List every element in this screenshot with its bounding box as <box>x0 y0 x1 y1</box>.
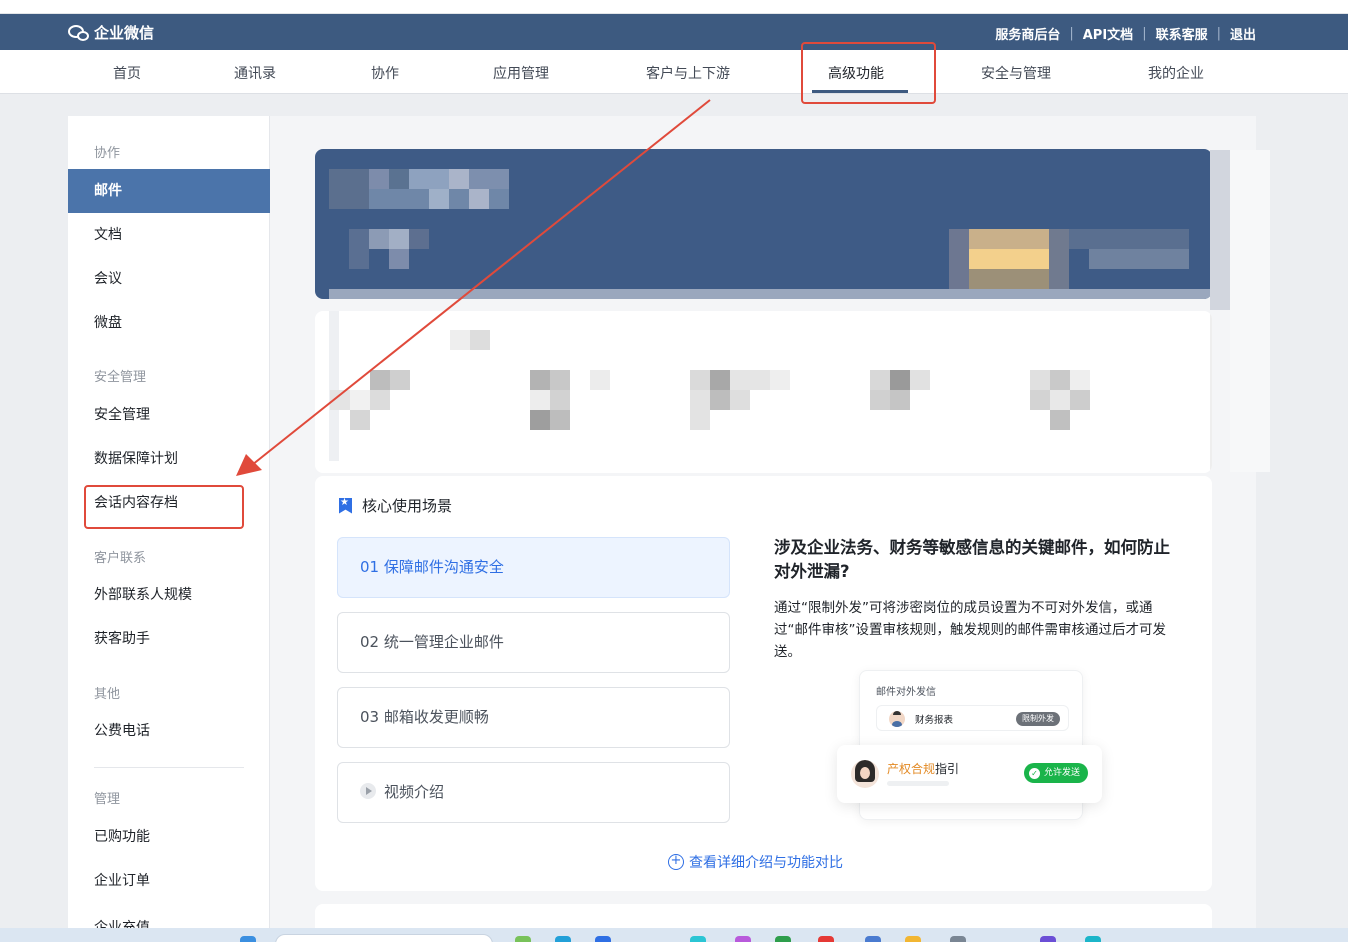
top-header: 企业微信 服务商后台 | API文档 | 联系客服 | 退出 <box>0 14 1348 50</box>
scenario-description: 通过“限制外发”可将涉密岗位的成员设置为不可对外发信，或通过“邮件审核”设置审核… <box>774 600 1166 660</box>
placeholder-bar <box>887 781 949 786</box>
sidebar-group-collab: 协作 <box>94 146 121 161</box>
chat-bubble-icon <box>68 23 90 43</box>
sidebar-item-public-phone[interactable]: 公费电话 <box>68 709 270 753</box>
view-details-link[interactable]: + 查看详细介绍与功能对比 <box>668 852 843 872</box>
scenario-item-3[interactable]: 03 邮箱收发更顺畅 <box>337 687 730 748</box>
sidebar-group-manage: 管理 <box>94 792 121 807</box>
main-nav: 首页 通讯录 协作 应用管理 客户与上下游 高级功能 安全与管理 我的企业 <box>0 50 1348 94</box>
video-intro-label: 视频介绍 <box>384 783 445 801</box>
sidebar-item-meeting[interactable]: 会议 <box>68 257 270 301</box>
app-icon[interactable] <box>905 936 921 942</box>
app-icon[interactable] <box>1085 936 1101 942</box>
restrict-badge: 限制外发 <box>1016 712 1060 726</box>
app-icon[interactable] <box>690 936 706 942</box>
mock-guide-highlight: 产权合规 <box>887 762 936 776</box>
play-icon <box>360 783 376 799</box>
check-icon: ✓ <box>1028 767 1040 779</box>
app-icon[interactable] <box>950 936 966 942</box>
right-edge-shade <box>1210 150 1270 472</box>
sidebar-item-purchased[interactable]: 已购功能 <box>68 815 270 859</box>
logo-text: 企业微信 <box>94 24 155 42</box>
browser-top-strip <box>0 0 1348 14</box>
sidebar-divider <box>94 767 244 768</box>
sidebar: 协作 邮件 文档 会议 微盘 安全管理 安全管理 数据保障计划 会话内容存档 客… <box>68 116 270 942</box>
nav-app-management[interactable]: 应用管理 <box>493 63 549 83</box>
nav-collaboration[interactable]: 协作 <box>371 63 399 83</box>
sidebar-item-mail[interactable]: 邮件 <box>68 169 270 213</box>
avatar <box>889 711 905 727</box>
scenario-item-1[interactable]: 01 保障邮件沟通安全 <box>337 537 730 598</box>
sidebar-group-security: 安全管理 <box>94 370 147 385</box>
divider: | <box>1142 26 1147 41</box>
annotation-box-archive <box>84 485 244 529</box>
allow-badge: ✓ 允许发送 <box>1023 763 1088 783</box>
windows-icon[interactable] <box>240 936 256 942</box>
nav-my-enterprise[interactable]: 我的企业 <box>1148 63 1204 83</box>
sidebar-group-customer: 客户联系 <box>94 551 147 566</box>
sidebar-item-orders[interactable]: 企业订单 <box>68 859 270 903</box>
sidebar-item-drive[interactable]: 微盘 <box>68 301 270 345</box>
header-links: 服务商后台 | API文档 | 联系客服 | 退出 <box>995 24 1256 43</box>
app-icon[interactable] <box>735 936 751 942</box>
core-title-text: 核心使用场景 <box>362 497 453 515</box>
sidebar-item-security-management[interactable]: 安全管理 <box>68 393 270 437</box>
scenario-item-2[interactable]: 02 统一管理企业邮件 <box>337 612 730 673</box>
mock-card-title: 邮件对外发信 <box>876 687 936 698</box>
core-scenarios-card: 核心使用场景 01 保障邮件沟通安全 02 统一管理企业邮件 03 邮箱收发更顺… <box>315 476 1212 891</box>
plus-circle-icon: + <box>668 854 684 870</box>
feature-banner-blurred <box>315 149 1212 299</box>
sidebar-item-external-contacts[interactable]: 外部联系人规模 <box>68 573 270 617</box>
sidebar-item-data-plan[interactable]: 数据保障计划 <box>68 437 270 481</box>
os-taskbar <box>0 928 1348 942</box>
allow-badge-text: 允许发送 <box>1043 768 1080 778</box>
app-icon[interactable] <box>775 936 791 942</box>
app-icon[interactable] <box>555 936 571 942</box>
mock-row-text: 财务报表 <box>915 715 954 726</box>
service-provider-link[interactable]: 服务商后台 <box>995 24 1060 43</box>
mock-mail-row: 财务报表 限制外发 <box>876 705 1069 731</box>
app-icon[interactable] <box>595 936 611 942</box>
nav-contacts[interactable]: 通讯录 <box>234 63 276 83</box>
sidebar-item-docs[interactable]: 文档 <box>68 213 270 257</box>
annotation-box-advanced <box>801 42 936 104</box>
app-icon[interactable] <box>515 936 531 942</box>
core-title: 核心使用场景 <box>339 495 452 516</box>
view-details-text: 查看详细介绍与功能对比 <box>689 855 843 871</box>
avatar <box>851 760 879 788</box>
sidebar-group-other: 其他 <box>94 687 121 702</box>
mock-guide-rest: 指引 <box>935 762 960 776</box>
app-icon[interactable] <box>865 936 881 942</box>
app-icon[interactable] <box>1040 936 1056 942</box>
nav-customers[interactable]: 客户与上下游 <box>646 63 730 83</box>
nav-home[interactable]: 首页 <box>113 63 141 83</box>
nav-security[interactable]: 安全与管理 <box>981 63 1051 83</box>
divider: | <box>1069 26 1074 41</box>
bookmark-star-icon <box>339 497 352 514</box>
scenario-question: 涉及企业法务、财务等敏感信息的关键邮件，如何防止对外泄漏? <box>774 538 1170 581</box>
sidebar-item-acquisition[interactable]: 获客助手 <box>68 617 270 661</box>
stats-card-blurred <box>315 311 1212 473</box>
api-docs-link[interactable]: API文档 <box>1083 24 1133 43</box>
mock-guide-card: 产权合规指引 ✓ 允许发送 <box>837 745 1102 803</box>
app-icon[interactable] <box>818 936 834 942</box>
logo[interactable]: 企业微信 <box>68 22 154 43</box>
taskbar-search[interactable] <box>275 934 493 942</box>
logout-link[interactable]: 退出 <box>1230 24 1256 43</box>
video-intro-button[interactable]: 视频介绍 <box>337 762 730 823</box>
divider: | <box>1216 26 1221 41</box>
mock-guide-text: 产权合规指引 <box>887 760 959 777</box>
contact-support-link[interactable]: 联系客服 <box>1156 24 1208 43</box>
